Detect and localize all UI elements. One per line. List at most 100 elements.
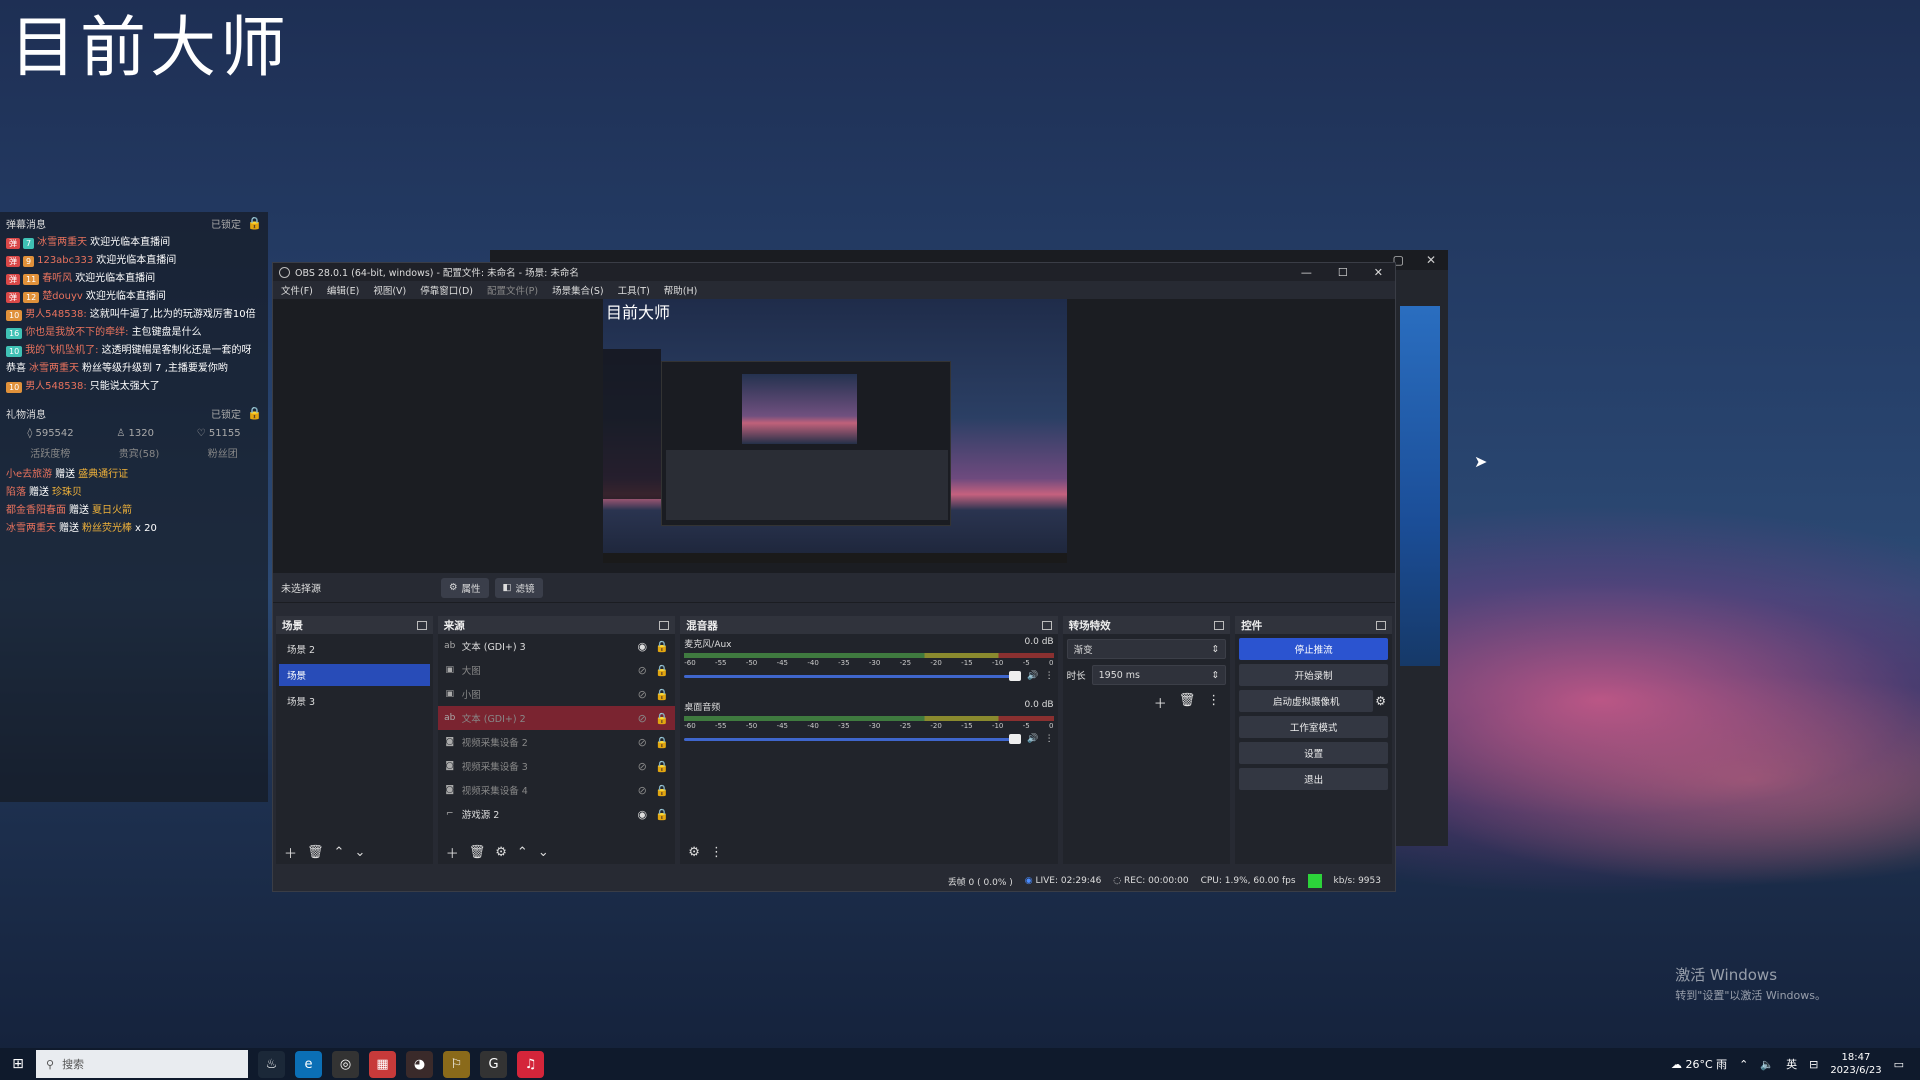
g-app-icon[interactable]: G (480, 1050, 507, 1078)
transition-select[interactable]: 渐变 ⇕ (1066, 639, 1227, 659)
close-icon[interactable]: ✕ (1374, 266, 1383, 279)
menu-tools[interactable]: 工具(T) (618, 283, 650, 297)
volume-slider[interactable]: 🔊 ⋮ (684, 670, 1054, 682)
menu-docks[interactable]: 停靠窗口(D) (420, 283, 473, 297)
volume-knob[interactable] (1009, 670, 1022, 681)
menu-edit[interactable]: 编辑(E) (327, 283, 359, 297)
lock-icon[interactable]: 🔒 (655, 640, 669, 653)
properties-button[interactable]: ⚙ 属性 (441, 577, 489, 598)
eye-hidden-icon[interactable]: ⊘ (635, 760, 649, 773)
virtual-camera-button[interactable]: 启动虚拟摄像机 (1239, 690, 1374, 712)
lock-icon[interactable]: 🔒 (655, 688, 669, 701)
gear-icon[interactable]: ⚙ (1375, 694, 1386, 708)
minimize-icon[interactable]: — (1301, 266, 1312, 279)
gear-icon[interactable]: ⚙ (688, 845, 700, 860)
start-record-button[interactable]: 开始录制 (1239, 664, 1388, 686)
app-red-icon[interactable]: ▦ (369, 1050, 396, 1078)
lock-icon[interactable]: 🔒 (655, 664, 669, 677)
stream-preview[interactable]: 目前大师 (603, 299, 1067, 563)
chevron-up-icon[interactable]: ⌃ (1739, 1058, 1748, 1071)
volume-track[interactable] (684, 733, 1022, 744)
notification-icon[interactable]: ▭ (1894, 1058, 1904, 1071)
eye-hidden-icon[interactable]: ⊘ (635, 664, 649, 677)
eye-hidden-icon[interactable]: ⊘ (635, 784, 649, 797)
source-item[interactable]: ▣ 小图 ⊘ 🔒 (438, 682, 676, 706)
steam-icon[interactable]: ♨ (258, 1050, 285, 1078)
netease-music-icon[interactable]: ♫ (517, 1050, 544, 1078)
menu-scene-collection[interactable]: 场景集合(S) (552, 283, 603, 297)
clock[interactable]: 18:47 2023/6/23 (1830, 1051, 1881, 1077)
source-item[interactable]: ⌐ 游戏源 2 ◉ 🔒 (438, 802, 676, 826)
obs-taskbar-icon[interactable]: ◎ (332, 1050, 359, 1078)
lock-icon[interactable]: 🔒 (247, 216, 262, 230)
volume-slider[interactable]: 🔊 ⋮ (684, 733, 1054, 745)
chevron-down-icon[interactable]: ⌄ (538, 845, 549, 860)
source-item[interactable]: ◙ 视频采集设备 4 ⊘ 🔒 (438, 778, 676, 802)
scene-item[interactable]: 场景 3 (279, 690, 430, 712)
chevron-up-icon[interactable]: ⌃ (334, 845, 345, 860)
duration-input[interactable]: 1950 ms ⇕ (1091, 665, 1227, 685)
eye-icon[interactable]: ◉ (635, 640, 649, 653)
lock-icon[interactable]: 🔒 (655, 760, 669, 773)
volume-track[interactable] (684, 670, 1022, 681)
popout-icon[interactable] (1214, 620, 1225, 630)
trash-icon[interactable]: 🗑 (307, 845, 324, 860)
chrome-icon[interactable]: ◕ (406, 1050, 433, 1078)
maximize-icon[interactable]: ☐ (1338, 266, 1348, 279)
weather-widget[interactable]: ☁ 26°C 雨 (1671, 1056, 1727, 1072)
trash-icon[interactable]: 🗑 (469, 845, 486, 860)
add-icon[interactable]: ＋ (446, 843, 459, 862)
menu-help[interactable]: 帮助(H) (664, 283, 698, 297)
popout-icon[interactable] (1376, 620, 1386, 630)
scene-item-selected[interactable]: 场景 (279, 664, 430, 686)
game-app-icon[interactable]: ⚐ (443, 1050, 470, 1078)
lock-icon[interactable]: 🔒 (655, 712, 669, 725)
menu-file[interactable]: 文件(F) (281, 283, 313, 297)
lock-icon[interactable]: 🔒 (655, 784, 669, 797)
more-icon[interactable]: ⋮ (1207, 693, 1220, 712)
lock-icon[interactable]: 🔒 (247, 406, 262, 420)
spinner-icon[interactable]: ⇕ (1211, 670, 1219, 681)
source-item[interactable]: ◙ 视频采集设备 2 ⊘ 🔒 (438, 730, 676, 754)
source-item[interactable]: ◙ 视频采集设备 3 ⊘ 🔒 (438, 754, 676, 778)
eye-hidden-icon[interactable]: ⊘ (635, 736, 649, 749)
lock-icon[interactable]: 🔒 (655, 736, 669, 749)
volume-icon[interactable]: 🔈 (1760, 1058, 1774, 1071)
lock-icon[interactable]: 🔒 (655, 808, 669, 821)
settings-button[interactable]: 设置 (1239, 742, 1388, 764)
popout-icon[interactable] (1041, 620, 1052, 630)
eye-hidden-icon[interactable]: ⊘ (635, 688, 649, 701)
close-icon[interactable]: ✕ (1426, 253, 1436, 267)
windows-start-icon[interactable]: ⊞ (0, 1056, 36, 1072)
popout-icon[interactable] (416, 620, 427, 630)
eye-hidden-icon[interactable]: ⊘ (635, 712, 649, 725)
popout-icon[interactable] (659, 620, 670, 630)
edge-icon[interactable]: e (295, 1050, 322, 1078)
scene-item[interactable]: 场景 2 (279, 638, 430, 660)
obs-titlebar[interactable]: OBS 28.0.1 (64-bit, windows) - 配置文件: 未命名… (273, 263, 1395, 281)
add-icon[interactable]: ＋ (284, 843, 297, 862)
chevron-up-icon[interactable]: ⌃ (517, 845, 528, 860)
more-icon[interactable]: ⋮ (1045, 734, 1054, 744)
volume-knob[interactable] (1009, 733, 1022, 744)
eye-icon[interactable]: ◉ (635, 808, 649, 821)
gear-icon[interactable]: ⚙ (495, 845, 507, 860)
tab-activity[interactable]: 活跃度榜 (30, 445, 70, 460)
exit-button[interactable]: 退出 (1239, 768, 1388, 790)
source-item-selected[interactable]: ab 文本 (GDI+) 2 ⊘ 🔒 (437, 706, 676, 730)
input-language[interactable]: 英 (1786, 1056, 1797, 1072)
more-icon[interactable]: ⋮ (710, 845, 723, 860)
speaker-icon[interactable]: 🔊 (1027, 671, 1038, 681)
chevron-down-icon[interactable]: ⌄ (354, 845, 365, 860)
stop-stream-button[interactable]: 停止推流 (1239, 638, 1388, 660)
trash-icon[interactable]: 🗑 (1179, 693, 1196, 712)
filters-button[interactable]: ◧ 滤镜 (494, 577, 543, 598)
source-item[interactable]: ▣ 大图 ⊘ 🔒 (438, 658, 676, 682)
menu-view[interactable]: 视图(V) (373, 283, 406, 297)
ime-icon[interactable]: ⊟ (1809, 1058, 1818, 1071)
more-icon[interactable]: ⋮ (1045, 671, 1054, 681)
tab-fanclub[interactable]: 粉丝团 (208, 445, 238, 460)
source-item[interactable]: ab 文本 (GDI+) 3 ◉ 🔒 (438, 634, 676, 658)
menu-profile[interactable]: 配置文件(P) (487, 283, 538, 297)
taskbar-search[interactable]: ⚲ 搜索 (36, 1050, 248, 1078)
